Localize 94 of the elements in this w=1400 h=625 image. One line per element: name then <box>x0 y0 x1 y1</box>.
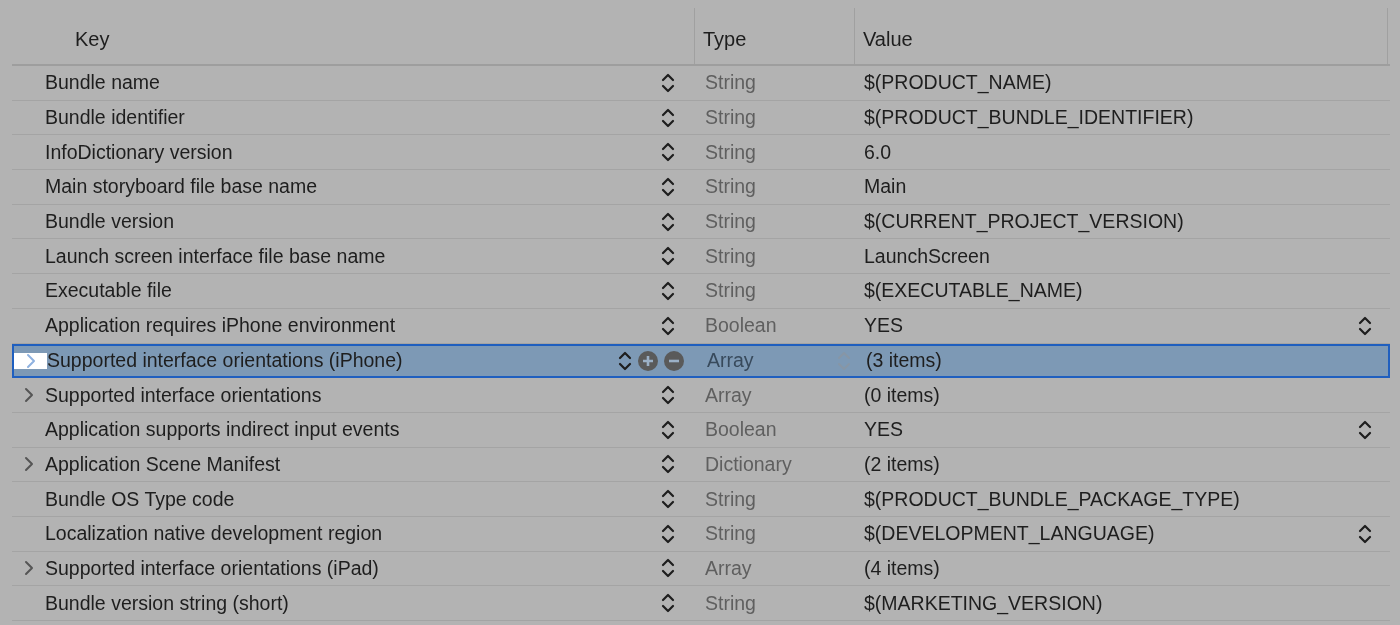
key-cell-text: Launch screen interface file base name <box>45 244 387 268</box>
type-cell: String <box>705 244 756 268</box>
stepper-icon[interactable] <box>661 245 675 268</box>
table-row[interactable]: Bundle version String $(CURRENT_PROJECT_VERSION) <box>12 204 1390 240</box>
stepper-icon[interactable] <box>661 141 675 164</box>
table-row[interactable]: Bundle identifier String $(PRODUCT_BUNDLE_IDENTIFIER) <box>12 100 1390 136</box>
table-row[interactable]: Supported interface orientations (iPhone) Array (3 items) <box>12 343 1390 379</box>
stepper-icon[interactable] <box>661 279 675 302</box>
table-row[interactable]: Supported interface orientations Array (0 items) <box>12 378 1390 413</box>
key-cell-text: Supported interface orientations (iPad) <box>45 556 380 580</box>
key-cell-text: Bundle version string (short) <box>45 591 290 615</box>
key-cell-text: Bundle identifier <box>45 106 186 130</box>
stepper-icon[interactable] <box>661 418 675 441</box>
table-row[interactable]: Bundle name String $(PRODUCT_NAME) <box>12 66 1390 101</box>
value-cell-text: (4 items) <box>863 556 941 580</box>
table-row[interactable]: Application Scene Manifest Dictionary (2 items) <box>12 447 1390 483</box>
type-cell: String <box>705 175 756 199</box>
type-cell: Dictionary <box>705 452 792 476</box>
value-cell-text: $(PRODUCT_NAME) <box>863 71 1053 95</box>
type-cell: String <box>705 279 756 303</box>
type-cell: String <box>705 522 756 546</box>
type-cell: Array <box>705 556 752 580</box>
stepper-icon[interactable] <box>618 349 632 372</box>
chevron-icon <box>23 387 34 404</box>
stepper-icon[interactable] <box>661 71 675 94</box>
value-cell-text: $(PRODUCT_BUNDLE_IDENTIFIER) <box>863 106 1195 130</box>
key-cell-text: Executable file <box>45 279 173 303</box>
popup-icon[interactable] <box>1358 418 1372 441</box>
plus-icon <box>642 354 654 367</box>
value-cell-text: YES <box>863 314 905 338</box>
stepper-icon[interactable] <box>661 175 675 198</box>
key-cell-text: Supported interface orientations <box>45 383 323 407</box>
type-cell: String <box>705 140 756 164</box>
table-row[interactable]: Application requires iPhone environment Boolean YES <box>12 308 1390 344</box>
stepper-icon[interactable] <box>661 488 675 511</box>
stepper-icon[interactable] <box>661 210 675 233</box>
table-row[interactable]: Supported interface orientations (iPad) Array (4 items) <box>12 551 1390 587</box>
key-cell-text: Supported interface orientations (iPhone) <box>47 349 404 373</box>
key-cell-text: Application supports indirect input events <box>45 418 401 442</box>
type-cell: Boolean <box>705 314 777 338</box>
key-cell-text: Bundle OS Type code <box>45 487 236 511</box>
disclosure-button[interactable] <box>14 352 47 369</box>
key-cell-text: Application requires iPhone environment <box>45 314 397 338</box>
key-cell-text: Bundle version <box>45 210 175 234</box>
type-cell: String <box>705 487 756 511</box>
stepper-icon[interactable] <box>661 453 675 476</box>
table-row[interactable]: Application supports indirect input events Boolean YES <box>12 412 1390 448</box>
stepper-icon[interactable] <box>661 106 675 129</box>
chevron-icon <box>23 560 34 577</box>
table-row[interactable]: Main storyboard file base name String Main <box>12 170 1390 205</box>
table-row[interactable]: InfoDictionary version String 6.0 <box>12 135 1390 171</box>
value-cell-text: LaunchScreen <box>863 244 991 268</box>
value-cell-text: $(EXECUTABLE_NAME) <box>863 279 1084 303</box>
type-cell: Array <box>705 383 752 407</box>
column-header[interactable]: Value <box>863 28 913 51</box>
add-button[interactable] <box>638 350 658 371</box>
key-cell-text: Main storyboard file base name <box>45 175 319 199</box>
stepper-icon[interactable] <box>661 384 675 407</box>
type-cell: String <box>705 106 756 130</box>
stepper-icon[interactable] <box>661 592 675 615</box>
value-cell-text: (0 items) <box>863 383 941 407</box>
type-cell: String <box>705 71 756 95</box>
key-cell-text: Application Scene Manifest <box>45 452 282 476</box>
stepper-icon[interactable] <box>661 314 675 337</box>
type-cell: Array <box>707 349 754 373</box>
type-cell: String <box>705 591 756 615</box>
stepper-icon[interactable] <box>661 557 675 580</box>
table-row[interactable]: Launch screen interface file base name String LaunchScreen <box>12 239 1390 275</box>
chevron-icon <box>25 352 36 369</box>
stepper-icon[interactable] <box>661 522 675 545</box>
table-row[interactable]: Executable file String $(EXECUTABLE_NAME) <box>12 274 1390 309</box>
value-cell-text: Main <box>863 175 908 199</box>
value-cell-text: 6.0 <box>863 140 893 164</box>
column-header[interactable]: Key <box>75 28 110 51</box>
type-cell: Boolean <box>705 418 777 442</box>
column-header[interactable]: Type <box>703 28 747 51</box>
key-cell-text: InfoDictionary version <box>45 140 234 164</box>
popup-icon[interactable] <box>1358 522 1372 545</box>
key-cell-text: Bundle name <box>45 71 161 95</box>
table-row[interactable]: Bundle version string (short) String $(MARKETING_VERSION) <box>12 586 1390 621</box>
popup-icon[interactable] <box>1358 314 1372 337</box>
table-row[interactable]: Bundle OS Type code String $(PRODUCT_BUNDLE_PACKAGE_TYPE) <box>12 482 1390 517</box>
value-cell-text: $(DEVELOPMENT_LANGUAGE) <box>863 522 1156 546</box>
table-row[interactable]: Localization native development region String $(DEVELOPMENT_LANGUAGE) <box>12 516 1390 552</box>
value-cell-text: (3 items) <box>865 349 943 373</box>
value-cell-text: $(MARKETING_VERSION) <box>863 591 1104 615</box>
chevron-icon <box>23 456 34 473</box>
value-cell-text: YES <box>863 418 905 442</box>
value-cell-text: $(PRODUCT_BUNDLE_PACKAGE_TYPE) <box>863 487 1241 511</box>
remove-button[interactable] <box>664 350 684 371</box>
value-cell-text: (2 items) <box>863 452 941 476</box>
type-cell: String <box>705 210 756 234</box>
value-cell-text: $(CURRENT_PROJECT_VERSION) <box>863 210 1185 234</box>
key-cell-text: Localization native development region <box>45 522 384 546</box>
